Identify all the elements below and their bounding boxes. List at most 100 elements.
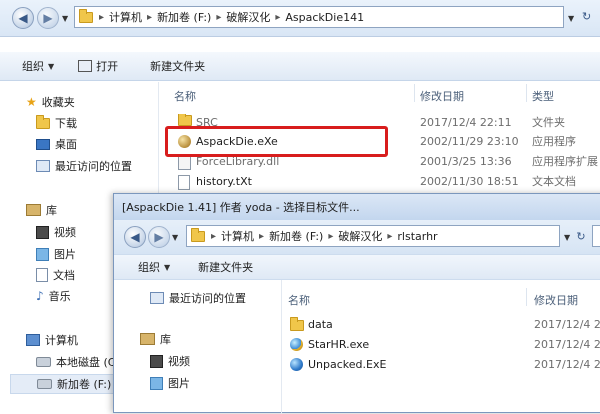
sidebar-item-label: 音乐 — [48, 290, 71, 303]
dialog-breadcrumb-folder[interactable]: 破解汉化 — [335, 228, 385, 244]
dialog-organize-button[interactable]: 组织 ▼ — [114, 259, 180, 275]
sidebar-item-label: 文档 — [53, 269, 75, 282]
refresh-icon[interactable]: ↻ — [582, 10, 591, 23]
text-file-icon — [178, 173, 190, 193]
sidebar-item-label: 本地磁盘 (C — [56, 356, 116, 369]
file-type: 文本文档 — [532, 175, 576, 188]
column-header-modified[interactable]: 修改日期 — [420, 88, 464, 104]
dialog-sidebar-item-libraries[interactable]: 库 — [140, 329, 171, 349]
dialog-sidebar-item-videos[interactable]: 视频 — [150, 351, 190, 371]
file-type: 应用程序扩展 — [532, 155, 598, 168]
sidebar-item-computer[interactable]: 计算机 — [26, 330, 78, 350]
download-folder-icon — [36, 114, 50, 129]
sidebar-item-documents[interactable]: 文档 — [36, 265, 75, 285]
video-icon — [36, 225, 49, 239]
breadcrumb-current[interactable]: AspackDie141 — [282, 11, 367, 24]
arrow-left-icon: ◀ — [18, 11, 28, 25]
music-icon: ♪ — [36, 289, 44, 303]
dialog-column-header-modified[interactable]: 修改日期 — [534, 292, 578, 308]
dialog-forward-button[interactable]: ▶ — [148, 226, 170, 248]
sidebar-item-label: 桌面 — [55, 138, 77, 151]
dialog-new-folder-button[interactable]: 新建文件夹 — [180, 259, 263, 275]
breadcrumb-computer[interactable]: 计算机 — [106, 9, 145, 25]
sidebar-item-label: 视频 — [54, 226, 76, 239]
computer-icon — [26, 334, 40, 346]
sidebar-item-music[interactable]: ♪ 音乐 — [36, 286, 71, 306]
address-dropdown[interactable]: ▼ — [568, 14, 574, 23]
sidebar-item-pictures[interactable]: 图片 — [36, 244, 76, 264]
file-row[interactable]: StarHR.exe 2017/12/4 2 — [282, 336, 600, 354]
chevron-down-icon: ▼ — [48, 61, 55, 71]
sidebar-item-desktop[interactable]: 桌面 — [36, 134, 77, 154]
file-row[interactable]: Unpacked.ExE 2017/12/4 2 — [282, 356, 600, 374]
address-field[interactable]: ▸ 计算机 ▸ 新加卷 (F:) ▸ 破解汉化 ▸ AspackDie141 — [74, 6, 564, 28]
dialog-breadcrumb-computer[interactable]: 计算机 — [218, 228, 257, 244]
sidebar-item-favorites[interactable]: ★ 收藏夹 — [26, 92, 75, 112]
file-modified: 2017/12/4 2 — [534, 338, 600, 351]
column-header-name[interactable]: 名称 — [174, 88, 196, 104]
chevron-right-icon: ▸ — [147, 11, 153, 23]
file-type: 文件夹 — [532, 116, 565, 129]
command-bar: 组织 ▼ 打开 新建文件夹 — [0, 52, 600, 81]
breadcrumb-folder[interactable]: 破解汉化 — [223, 9, 273, 25]
sidebar-item-videos[interactable]: 视频 — [36, 222, 76, 242]
document-icon — [36, 268, 48, 282]
folder-icon — [290, 316, 304, 337]
dialog-title-bar[interactable]: [AspackDie 1.41] 作者 yoda - 选择目标文件... — [114, 194, 600, 220]
app-icon — [290, 336, 303, 356]
open-button[interactable]: 打开 — [64, 58, 128, 74]
refresh-icon: ↻ — [576, 229, 586, 243]
dialog-command-bar: 组织 ▼ 新建文件夹 — [114, 254, 600, 280]
sidebar-item-label: 新加卷 (F:) — [57, 378, 112, 391]
organize-button[interactable]: 组织 ▼ — [0, 58, 64, 74]
dialog-address-bar-area: ◀ ▶ ▼ ▸ 计算机 ▸ 新加卷 (F:) ▸ 破解汉化 ▸ rlstarhr… — [114, 220, 600, 254]
recent-places-icon — [150, 292, 164, 304]
file-row[interactable]: data 2017/12/4 2 — [282, 316, 600, 334]
column-header-type[interactable]: 类型 — [532, 88, 554, 104]
new-folder-button[interactable]: 新建文件夹 — [128, 58, 215, 74]
library-icon — [26, 204, 41, 216]
sidebar-item-libraries[interactable]: 库 — [26, 200, 57, 220]
forward-button[interactable]: ▶ — [37, 7, 59, 29]
dialog-refresh-button[interactable]: ↻ — [572, 226, 590, 246]
file-modified: 2017/12/4 22:11 — [420, 116, 512, 129]
app-icon — [290, 356, 303, 376]
chevron-right-icon: ▸ — [211, 230, 217, 242]
chevron-right-icon: ▸ — [275, 11, 281, 23]
file-name: history.tXt — [196, 175, 252, 188]
dialog-address-field[interactable]: ▸ 计算机 ▸ 新加卷 (F:) ▸ 破解汉化 ▸ rlstarhr — [186, 225, 560, 247]
dialog-column-header-name[interactable]: 名称 — [288, 292, 310, 308]
open-icon — [78, 60, 93, 72]
dialog-breadcrumb-current[interactable]: rlstarhr — [394, 230, 440, 243]
folder-icon — [191, 227, 205, 242]
dialog-back-button[interactable]: ◀ — [124, 226, 146, 248]
column-divider — [414, 84, 415, 102]
folder-icon — [79, 8, 93, 23]
sidebar-item-recent[interactable]: 最近访问的位置 — [36, 156, 132, 176]
file-name: Unpacked.ExE — [308, 358, 387, 371]
dialog-breadcrumb-volume[interactable]: 新加卷 (F:) — [266, 228, 326, 244]
organize-label: 组织 — [22, 60, 44, 73]
recent-pages-dropdown[interactable]: ▼ — [62, 14, 68, 23]
file-modified: 2017/12/4 2 — [534, 358, 600, 371]
dialog-navigation-pane: 最近访问的位置 库 视频 图片 — [114, 280, 282, 414]
library-icon — [140, 333, 155, 345]
breadcrumb-volume[interactable]: 新加卷 (F:) — [154, 9, 214, 25]
back-button[interactable]: ◀ — [12, 7, 34, 29]
dialog-sidebar-item-pictures[interactable]: 图片 — [150, 373, 190, 393]
highlight-box — [165, 126, 388, 157]
column-divider — [526, 288, 527, 306]
sidebar-item-local-disk[interactable]: 本地磁盘 (C — [36, 352, 115, 372]
file-name: StarHR.exe — [308, 338, 370, 351]
file-modified: 2002/11/29 23:10 — [420, 135, 519, 148]
sidebar-item-label: 最近访问的位置 — [169, 292, 246, 305]
drive-icon — [37, 379, 52, 389]
dialog-address-dropdown[interactable]: ▼ — [564, 233, 570, 242]
dialog-recent-pages-dropdown[interactable]: ▼ — [172, 233, 178, 242]
file-row[interactable]: history.tXt 2002/11/30 18:51 文本文档 — [168, 173, 600, 191]
dialog-search-input[interactable] — [592, 225, 600, 247]
picture-icon — [36, 247, 49, 261]
sidebar-item-downloads[interactable]: 下载 — [36, 113, 77, 133]
dialog-sidebar-item-recent[interactable]: 最近访问的位置 — [150, 288, 246, 308]
sidebar-item-label: 图片 — [54, 248, 76, 261]
